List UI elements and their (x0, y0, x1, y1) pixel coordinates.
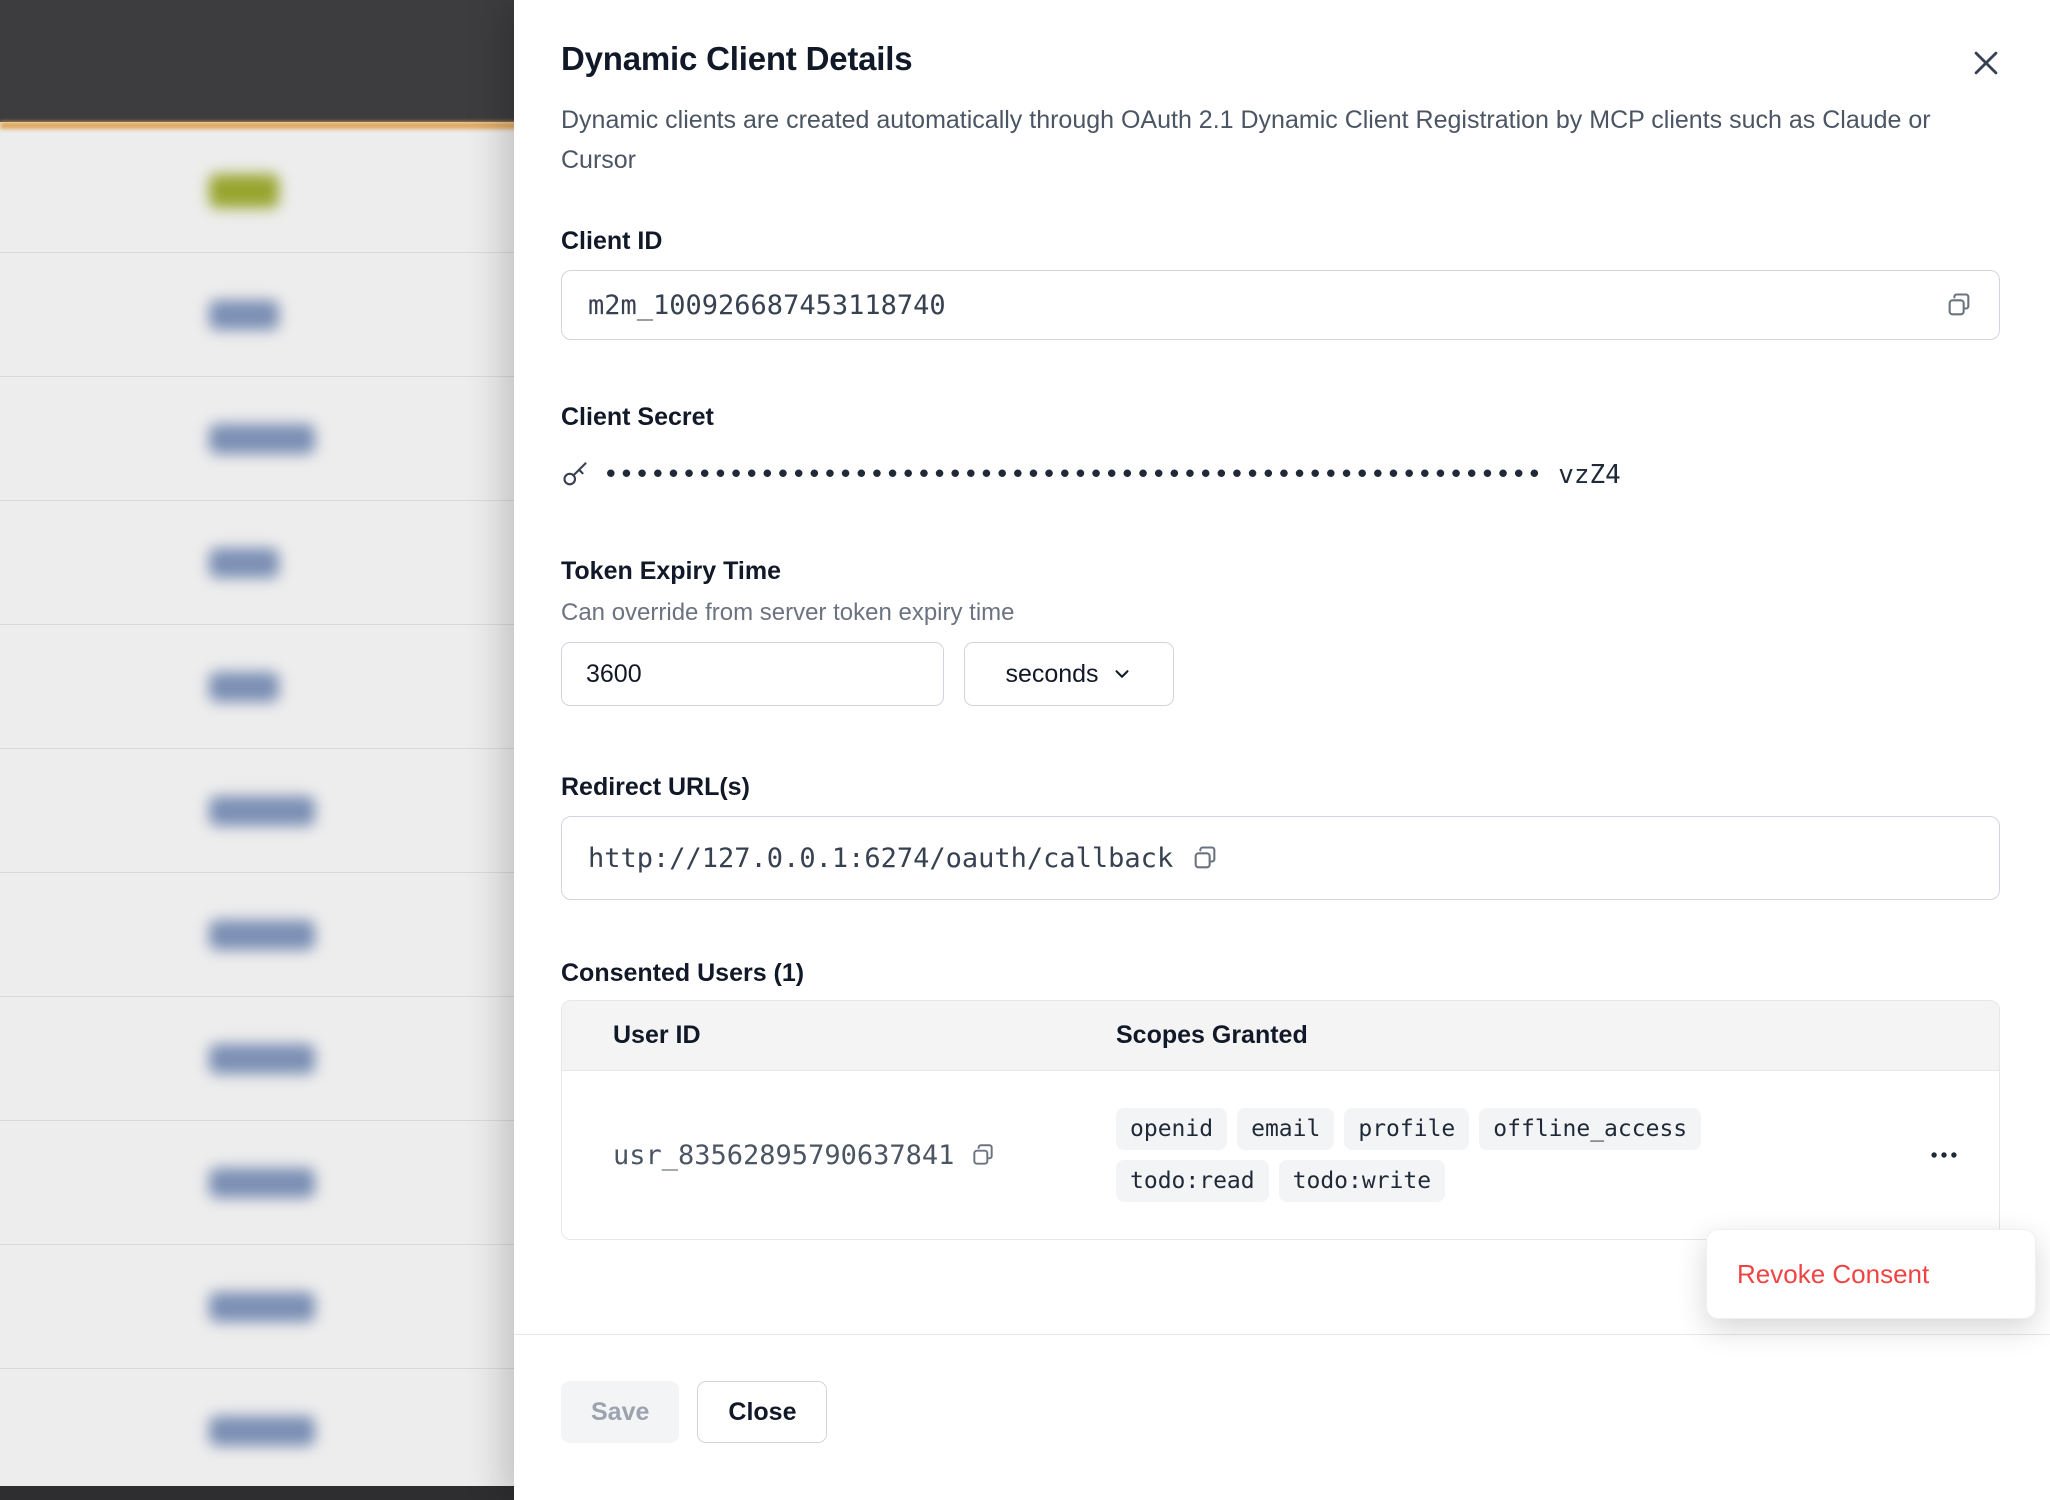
background-row (0, 1369, 520, 1493)
client-secret-label: Client Secret (561, 402, 2000, 432)
token-expiry-label: Token Expiry Time (561, 556, 2000, 586)
token-expiry-hint: Can override from server token expiry ti… (561, 598, 2000, 628)
background-row (0, 129, 520, 253)
blurred-badge (209, 174, 279, 208)
save-button[interactable]: Save (561, 1381, 679, 1443)
panel-footer: Save Close (514, 1334, 2050, 1500)
client-id-field[interactable]: m2m_100926687453118740 (561, 270, 2000, 340)
blurred-link (209, 1416, 315, 1446)
revoke-consent-button[interactable]: Revoke Consent (1737, 1259, 1929, 1290)
panel-content: Client ID m2m_100926687453118740 Client … (514, 180, 2050, 1334)
blurred-link (209, 548, 279, 578)
table-row: usr_83562895790637841 openid email profi… (562, 1071, 1999, 1239)
token-expiry-row: seconds (561, 642, 2000, 706)
copy-redirect-url-icon[interactable] (1191, 844, 1219, 872)
blurred-link (209, 1044, 315, 1074)
background-row (0, 1245, 520, 1369)
blurred-link (209, 920, 315, 950)
blurred-link (209, 672, 279, 702)
row-actions-menu-icon[interactable] (1927, 1138, 1961, 1172)
background-row (0, 377, 520, 501)
scope-chip: offline_access (1479, 1108, 1701, 1150)
key-icon (561, 461, 589, 489)
redirect-url-value: http://127.0.0.1:6274/oauth/callback (588, 843, 1173, 874)
screen: Dynamic Client Details Dynamic clients a… (0, 0, 2050, 1500)
scopes-column-header: Scopes Granted (1116, 1021, 1889, 1050)
background-topbar (0, 0, 520, 122)
client-secret-row: ••••••••••••••••••••••••••••••••••••••••… (561, 458, 2000, 492)
scope-chip: profile (1344, 1108, 1469, 1150)
user-id-column-header: User ID (562, 1021, 1116, 1050)
background-row (0, 501, 520, 625)
token-expiry-input[interactable] (561, 642, 944, 706)
client-id-value: m2m_100926687453118740 (588, 290, 946, 321)
client-secret-masked: ••••••••••••••••••••••••••••••••••••••••… (603, 460, 1542, 490)
copy-user-id-icon[interactable] (970, 1142, 996, 1168)
row-actions-popover: Revoke Consent (1706, 1229, 2036, 1319)
background-accent-line (0, 122, 520, 129)
table-header: User ID Scopes Granted (562, 1001, 1999, 1071)
background-row (0, 997, 520, 1121)
consented-users-table: User ID Scopes Granted usr_8356289579063… (561, 1000, 2000, 1240)
scope-chip: openid (1116, 1108, 1227, 1150)
close-button[interactable]: Close (697, 1381, 827, 1443)
blurred-link (209, 300, 279, 330)
scope-chip: email (1237, 1108, 1334, 1150)
background-row (0, 253, 520, 377)
background-bottombar (0, 1486, 520, 1500)
background-row (0, 625, 520, 749)
background-row (0, 749, 520, 873)
panel-description: Dynamic clients are created automaticall… (561, 100, 1961, 180)
expiry-unit-value: seconds (1005, 660, 1098, 689)
background-row (0, 1121, 520, 1245)
dynamic-client-details-panel: Dynamic Client Details Dynamic clients a… (514, 0, 2050, 1500)
expiry-unit-select[interactable]: seconds (964, 642, 1174, 706)
scopes-chip-list: openid email profile offline_access todo… (1116, 1108, 1776, 1202)
blurred-link (209, 424, 315, 454)
redirect-urls-label: Redirect URL(s) (561, 772, 2000, 802)
client-secret-suffix: vzZ4 (1558, 460, 1621, 490)
background-table (0, 129, 520, 1493)
background-page (0, 0, 520, 1500)
scope-chip: todo:write (1279, 1160, 1445, 1202)
scope-chip: todo:read (1116, 1160, 1269, 1202)
panel-title: Dynamic Client Details (561, 40, 2000, 78)
copy-client-id-icon[interactable] (1945, 291, 1973, 319)
client-id-label: Client ID (561, 226, 2000, 256)
blurred-link (209, 796, 315, 826)
panel-header: Dynamic Client Details Dynamic clients a… (514, 0, 2050, 180)
user-id-value: usr_83562895790637841 (613, 1140, 954, 1171)
background-row (0, 873, 520, 997)
chevron-down-icon (1111, 663, 1133, 685)
close-icon[interactable] (1966, 44, 2006, 84)
blurred-link (209, 1168, 315, 1198)
blurred-link (209, 1292, 315, 1322)
redirect-url-field[interactable]: http://127.0.0.1:6274/oauth/callback (561, 816, 2000, 900)
consented-users-label: Consented Users (1) (561, 958, 2000, 988)
